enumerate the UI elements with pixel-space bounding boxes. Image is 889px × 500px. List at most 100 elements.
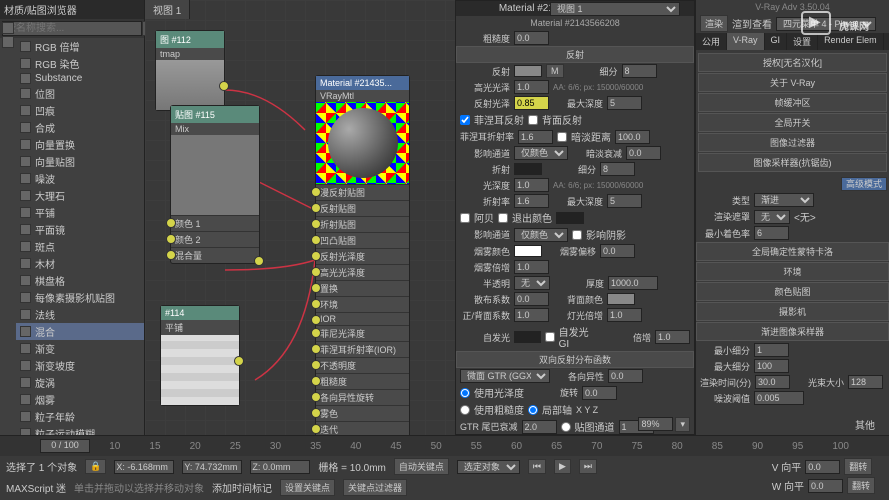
tab-公用[interactable]: 公用 bbox=[696, 33, 727, 50]
fog-color-swatch[interactable] bbox=[514, 245, 542, 257]
scatter-spinner[interactable] bbox=[514, 292, 549, 306]
tab-render elem[interactable]: Render Elem bbox=[818, 33, 884, 50]
node-input-row[interactable]: 菲涅耳折射率(IOR) bbox=[316, 341, 409, 357]
node-input-port[interactable] bbox=[311, 376, 321, 386]
x-coord-input[interactable] bbox=[114, 460, 174, 474]
node-input-row[interactable]: 菲尼光泽度 bbox=[316, 325, 409, 341]
thickness-spinner[interactable] bbox=[608, 276, 658, 290]
fog-mult-spinner[interactable] bbox=[514, 260, 549, 274]
node-input-port[interactable] bbox=[311, 392, 321, 402]
node-input-row[interactable]: 置换 bbox=[316, 280, 409, 296]
timeline-slider[interactable]: 0 / 100 bbox=[40, 439, 90, 453]
back-reflect-checkbox[interactable] bbox=[528, 115, 538, 125]
node-input-row[interactable]: 粗糙度 bbox=[316, 373, 409, 389]
v-flip-spinner[interactable] bbox=[805, 460, 840, 474]
rollout-item[interactable]: 帧缓冲区 bbox=[698, 93, 887, 112]
search-input[interactable] bbox=[2, 21, 142, 36]
rotation-spinner[interactable] bbox=[582, 386, 617, 400]
y-coord-input[interactable] bbox=[182, 460, 242, 474]
use-gloss-radio[interactable] bbox=[460, 388, 470, 398]
node-input-port[interactable] bbox=[166, 250, 176, 260]
node-output-port[interactable] bbox=[219, 81, 229, 91]
node-input-port[interactable] bbox=[311, 283, 321, 293]
node-input-port[interactable] bbox=[166, 234, 176, 244]
brdf-dropdown[interactable]: 微面 GTR (GGX) bbox=[460, 369, 550, 383]
camera-rollout[interactable]: 摄影机 bbox=[696, 302, 889, 321]
node-input-port[interactable] bbox=[311, 219, 321, 229]
material-list[interactable]: RGB 倍增RGB 染色Substance位图凹痕合成向量置换向量贴图噪波大理石… bbox=[16, 38, 144, 438]
max-sub-spinner[interactable] bbox=[754, 359, 789, 373]
list-item[interactable]: 每像素摄影机贴图 bbox=[16, 289, 144, 306]
node-input-port[interactable] bbox=[311, 344, 321, 354]
map-channel-radio[interactable] bbox=[561, 422, 571, 432]
zoom-spinner[interactable] bbox=[638, 417, 673, 431]
exit-color-checkbox[interactable] bbox=[498, 213, 508, 223]
list-item[interactable]: Substance bbox=[16, 72, 144, 85]
node-input-port[interactable] bbox=[311, 299, 321, 309]
list-item[interactable]: 位图 bbox=[16, 85, 144, 102]
list-item[interactable]: 渐变坡度 bbox=[16, 357, 144, 374]
node-bitmap-112[interactable]: 图 #112 tmap bbox=[155, 30, 225, 111]
node-input-port[interactable] bbox=[166, 218, 176, 228]
rollout-item[interactable]: 图像采样器(抗锯齿) bbox=[698, 153, 887, 172]
node-input-row[interactable]: 混合量 bbox=[171, 247, 259, 263]
reflect-section[interactable]: 反射 bbox=[456, 46, 694, 63]
ior-spinner[interactable] bbox=[514, 178, 549, 192]
node-input-row[interactable]: 颜色 1 bbox=[171, 215, 259, 231]
light-mult-spinner[interactable] bbox=[607, 308, 642, 322]
tool-icon[interactable] bbox=[2, 36, 14, 48]
dim-dist-spinner[interactable] bbox=[615, 130, 650, 144]
translucent-dropdown[interactable]: 无 bbox=[514, 276, 550, 290]
w-flip-spinner[interactable] bbox=[808, 479, 843, 493]
node-input-row[interactable]: IOR bbox=[316, 312, 409, 325]
dmc-rollout[interactable]: 全局确定性蒙特卡洛 bbox=[696, 242, 889, 261]
node-editor[interactable]: 视图 1 图 #112 tmap 贴图 #115 Mix 颜色 1颜色 2混合量… bbox=[145, 0, 455, 435]
node-input-row[interactable]: 环境 bbox=[316, 296, 409, 312]
list-item[interactable]: 噪波 bbox=[16, 170, 144, 187]
shadow-checkbox[interactable] bbox=[572, 230, 582, 240]
lock-icon[interactable]: 🔒 bbox=[85, 459, 106, 474]
fog-bias-spinner[interactable] bbox=[600, 244, 635, 258]
tab-设置[interactable]: 设置 bbox=[787, 33, 818, 50]
node-input-port[interactable] bbox=[311, 235, 321, 245]
list-item[interactable]: RGB 倍增 bbox=[16, 38, 144, 55]
reflect-map-button[interactable]: M bbox=[546, 64, 564, 78]
fresnel-ior-spinner[interactable] bbox=[518, 130, 553, 144]
node-input-port[interactable] bbox=[311, 408, 321, 418]
exit-color-swatch[interactable] bbox=[556, 212, 584, 224]
list-item[interactable]: 旋涡 bbox=[16, 374, 144, 391]
node-input-row[interactable]: 不透明度 bbox=[316, 357, 409, 373]
hilight-spinner[interactable] bbox=[514, 80, 549, 94]
node-vraymtl[interactable]: Material #21435... VRayMtl 漫反射贴图反射贴图折射贴图… bbox=[315, 75, 410, 438]
toolbar-icon[interactable]: ▾ bbox=[675, 417, 690, 432]
rollout-item[interactable]: 关于 V-Ray bbox=[698, 73, 887, 92]
list-item[interactable]: 烟雾 bbox=[16, 391, 144, 408]
list-item[interactable]: 凹痕 bbox=[16, 102, 144, 119]
list-item[interactable]: 大理石 bbox=[16, 187, 144, 204]
list-item[interactable]: 向量置换 bbox=[16, 136, 144, 153]
render-mask-dropdown[interactable]: 无 bbox=[754, 210, 790, 224]
key-target-dropdown[interactable]: 选定对象 bbox=[457, 460, 520, 474]
min-sub-spinner[interactable] bbox=[754, 343, 789, 357]
min-shade-spinner[interactable] bbox=[754, 226, 789, 240]
list-item[interactable]: 粒子年龄 bbox=[16, 408, 144, 425]
aniso-spinner[interactable] bbox=[608, 369, 643, 383]
env-rollout[interactable]: 环境 bbox=[696, 262, 889, 281]
node-tiles-114[interactable]: #114 平铺 bbox=[160, 305, 240, 406]
list-item[interactable]: 混合 bbox=[16, 323, 144, 340]
abbe-checkbox[interactable] bbox=[460, 213, 470, 223]
flip-button[interactable]: 翻转 bbox=[847, 477, 875, 494]
node-input-row[interactable]: 雾色 bbox=[316, 405, 409, 421]
rollout-item[interactable]: 全局开关 bbox=[698, 113, 887, 132]
node-input-row[interactable]: 各向异性旋转 bbox=[316, 389, 409, 405]
self-illum-gi-checkbox[interactable] bbox=[545, 332, 555, 342]
list-item[interactable]: 法线 bbox=[16, 306, 144, 323]
flip-button[interactable]: 翻转 bbox=[844, 458, 872, 475]
node-input-port[interactable] bbox=[311, 267, 321, 277]
advanced-mode-button[interactable]: 高级模式 bbox=[841, 177, 887, 191]
list-item[interactable]: 平铺 bbox=[16, 204, 144, 221]
max-depth-spinner[interactable] bbox=[607, 96, 642, 110]
list-item[interactable]: 向量贴图 bbox=[16, 153, 144, 170]
tool-icon[interactable] bbox=[2, 22, 14, 34]
affect2-dropdown[interactable]: 仅颜色 bbox=[514, 228, 568, 242]
